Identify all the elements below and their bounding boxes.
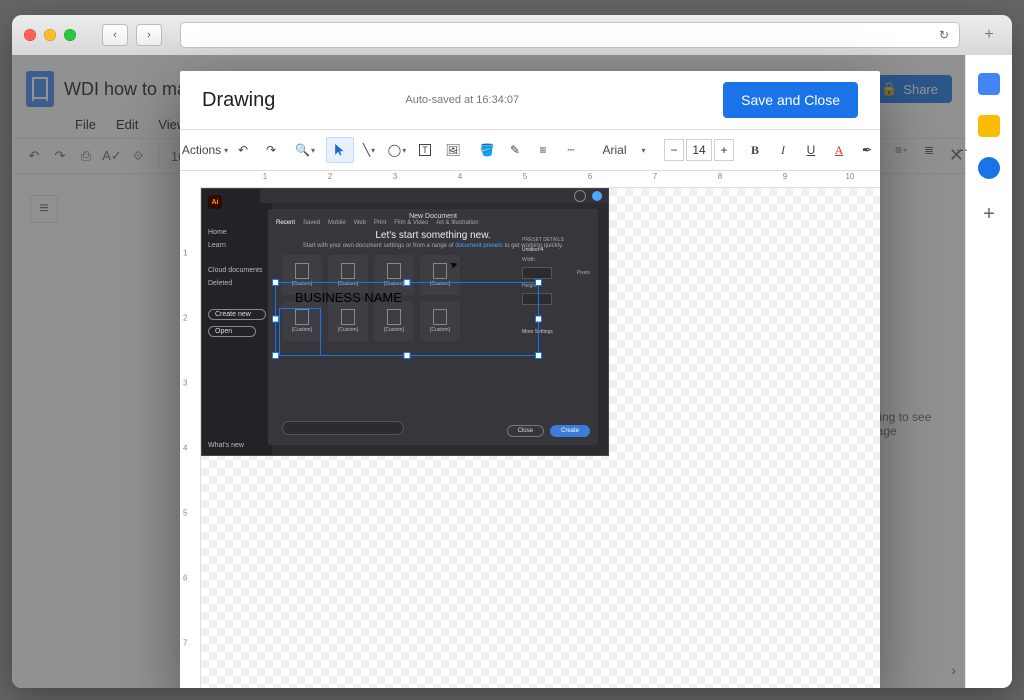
ai-whats-new: What's new: [208, 442, 266, 449]
image-tool[interactable]: 🖼: [440, 138, 466, 162]
addons-plus-icon[interactable]: +: [983, 203, 995, 226]
ai-template-search: [282, 421, 404, 435]
ai-open: Open: [208, 326, 256, 337]
zoom-icon: 🔍: [295, 143, 310, 157]
border-color-button[interactable]: ✎: [502, 138, 528, 162]
more-tools-button[interactable]: ⋯: [950, 138, 976, 162]
highlight-color-button[interactable]: ✒: [854, 138, 880, 162]
drawing-toolbar: Actions▾ 🔍▾ ╲▾ ◯▾ T 🖼 🪣: [180, 129, 880, 171]
browser-window: ‹ › ↻ + WDI how to mak 💬 🔒 Share File: [12, 15, 1012, 688]
nav-back-button[interactable]: ‹: [102, 24, 128, 46]
drawing-modal-header: Drawing Auto-saved at 16:34:07 Save and …: [180, 71, 880, 129]
underline-button[interactable]: U: [798, 138, 824, 162]
nav-forward-button[interactable]: ›: [136, 24, 162, 46]
actions-menu[interactable]: Actions▾: [188, 138, 222, 162]
textbox-text[interactable]: BUSINESS NAME: [295, 290, 402, 305]
resize-handle[interactable]: [272, 279, 279, 286]
resize-handle[interactable]: [535, 352, 542, 359]
spacing-icon: ≣: [924, 143, 934, 157]
pencil-icon: ✎: [510, 143, 520, 157]
pointer-icon: [334, 144, 346, 156]
inner-selection: [279, 308, 321, 356]
vertical-ruler: 1 2 3 4 5 6 7: [180, 188, 201, 688]
image-icon: 🖼: [445, 143, 460, 157]
dash-icon: ┄: [567, 143, 574, 157]
horizontal-ruler: 1 2 3 4 5 6 7 8 9 10: [200, 171, 880, 188]
ai-deleted-link: Deleted: [208, 280, 266, 287]
ai-preset-tabs: Recent Saved Mobile Web Print Film & Vid…: [276, 220, 590, 226]
resize-handle[interactable]: [404, 279, 411, 286]
italic-button[interactable]: I: [770, 138, 796, 162]
undo-button[interactable]: [230, 138, 256, 162]
font-size-value[interactable]: 14: [686, 139, 712, 161]
fill-color-button[interactable]: 🪣: [474, 138, 500, 162]
save-and-close-button[interactable]: Save and Close: [723, 82, 858, 118]
weight-icon: ≡: [539, 143, 546, 157]
resize-handle[interactable]: [272, 316, 279, 323]
browser-chrome: ‹ › ↻ +: [12, 15, 1012, 56]
line-spacing-button[interactable]: ≣: [916, 138, 942, 162]
font-size-decrease[interactable]: −: [664, 139, 684, 161]
ai-close-button: Close: [507, 425, 544, 437]
drawing-modal: Drawing Auto-saved at 16:34:07 Save and …: [180, 71, 880, 688]
autosave-status: Auto-saved at 16:34:07: [405, 94, 519, 106]
resize-handle[interactable]: [272, 352, 279, 359]
align-button[interactable]: ≡▾: [888, 138, 914, 162]
reload-icon[interactable]: ↻: [939, 28, 949, 42]
shape-tool[interactable]: ◯▾: [384, 138, 410, 162]
keep-addon-icon[interactable]: [978, 115, 1000, 137]
fill-icon: 🪣: [480, 143, 495, 157]
ai-search-icon: [574, 190, 586, 202]
line-tool[interactable]: ╲▾: [356, 138, 382, 162]
ai-create-new: Create new: [208, 309, 266, 320]
ai-home-link: Home: [208, 229, 266, 236]
font-size-increase[interactable]: +: [714, 139, 734, 161]
shape-icon: ◯: [388, 143, 401, 157]
canvas-area: 1 2 3 4 5 6 7 Ai Home Learn Cloud: [180, 188, 880, 688]
drawing-canvas[interactable]: Ai Home Learn Cloud documents Deleted Cr…: [201, 188, 880, 688]
window-close[interactable]: [24, 29, 36, 41]
window-minimize[interactable]: [44, 29, 56, 41]
resize-handle[interactable]: [535, 316, 542, 323]
font-size-control: − 14 +: [664, 139, 734, 161]
border-dash-button[interactable]: ┄: [558, 138, 584, 162]
select-tool[interactable]: [326, 137, 354, 163]
border-weight-button[interactable]: ≡: [530, 138, 556, 162]
tasks-addon-icon[interactable]: [978, 157, 1000, 179]
bold-button[interactable]: B: [742, 138, 768, 162]
zoom-button[interactable]: 🔍▾: [292, 138, 318, 162]
redo-button[interactable]: [258, 138, 284, 162]
ai-profile-icon: [592, 191, 602, 201]
calendar-addon-icon[interactable]: [978, 73, 1000, 95]
ai-create-button: Create: [550, 425, 590, 437]
align-icon: ≡: [895, 143, 902, 157]
window-zoom[interactable]: [64, 29, 76, 41]
resize-handle[interactable]: [404, 352, 411, 359]
resize-handle[interactable]: [535, 279, 542, 286]
text-color-button[interactable]: A: [826, 138, 852, 162]
ai-dialog-title: New Document: [276, 213, 590, 220]
traffic-lights: [24, 29, 76, 41]
ai-topbar: [260, 189, 608, 203]
address-bar[interactable]: ↻: [180, 22, 960, 48]
ai-dialog-buttons: Close Create: [507, 425, 590, 437]
textbox-icon: T: [419, 144, 431, 156]
font-family-select[interactable]: Arial▾: [592, 138, 656, 162]
ai-home-sidebar: Ai Home Learn Cloud documents Deleted Cr…: [202, 189, 272, 455]
ai-cloud-link: Cloud documents: [208, 267, 266, 274]
ai-learn-link: Learn: [208, 242, 266, 249]
drawing-title: Drawing: [202, 89, 275, 112]
highlighter-icon: ✒: [862, 143, 872, 157]
textbox-tool[interactable]: T: [412, 138, 438, 162]
ai-logo-icon: Ai: [208, 195, 222, 209]
new-tab-button[interactable]: +: [978, 25, 1000, 45]
